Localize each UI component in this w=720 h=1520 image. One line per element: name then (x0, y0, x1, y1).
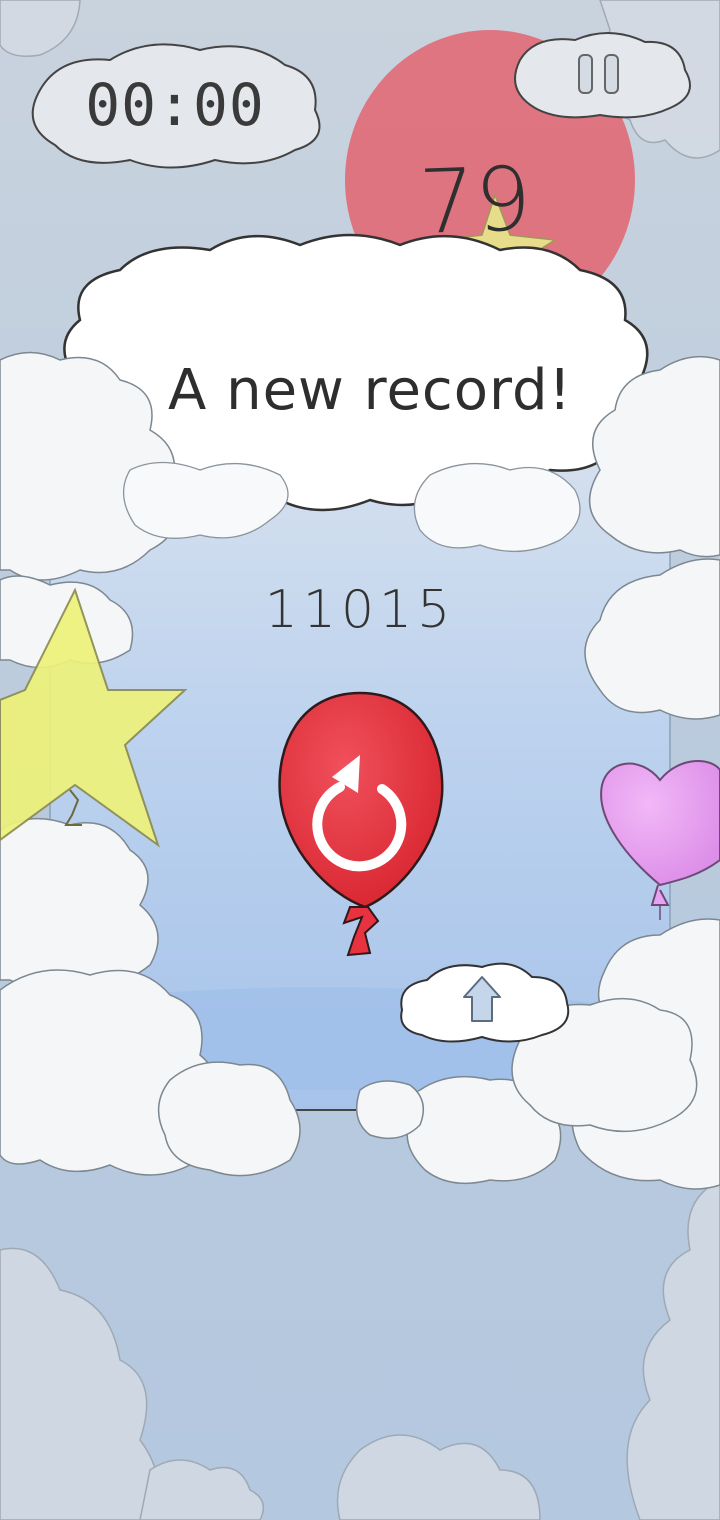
final-score: 11015 (264, 580, 456, 640)
balloon-count: 79 (417, 146, 533, 254)
restart-button[interactable] (270, 685, 450, 965)
pause-icon (578, 54, 619, 94)
home-button[interactable] (392, 955, 574, 1047)
red-balloon (278, 691, 444, 957)
home-cloud (400, 962, 570, 1043)
game-scene: 00:00 79 A new record! 11015 (0, 0, 720, 1520)
new-record-message: A new record! (168, 357, 572, 423)
timer: 00:00 (85, 71, 265, 139)
pause-button[interactable] (565, 45, 635, 105)
